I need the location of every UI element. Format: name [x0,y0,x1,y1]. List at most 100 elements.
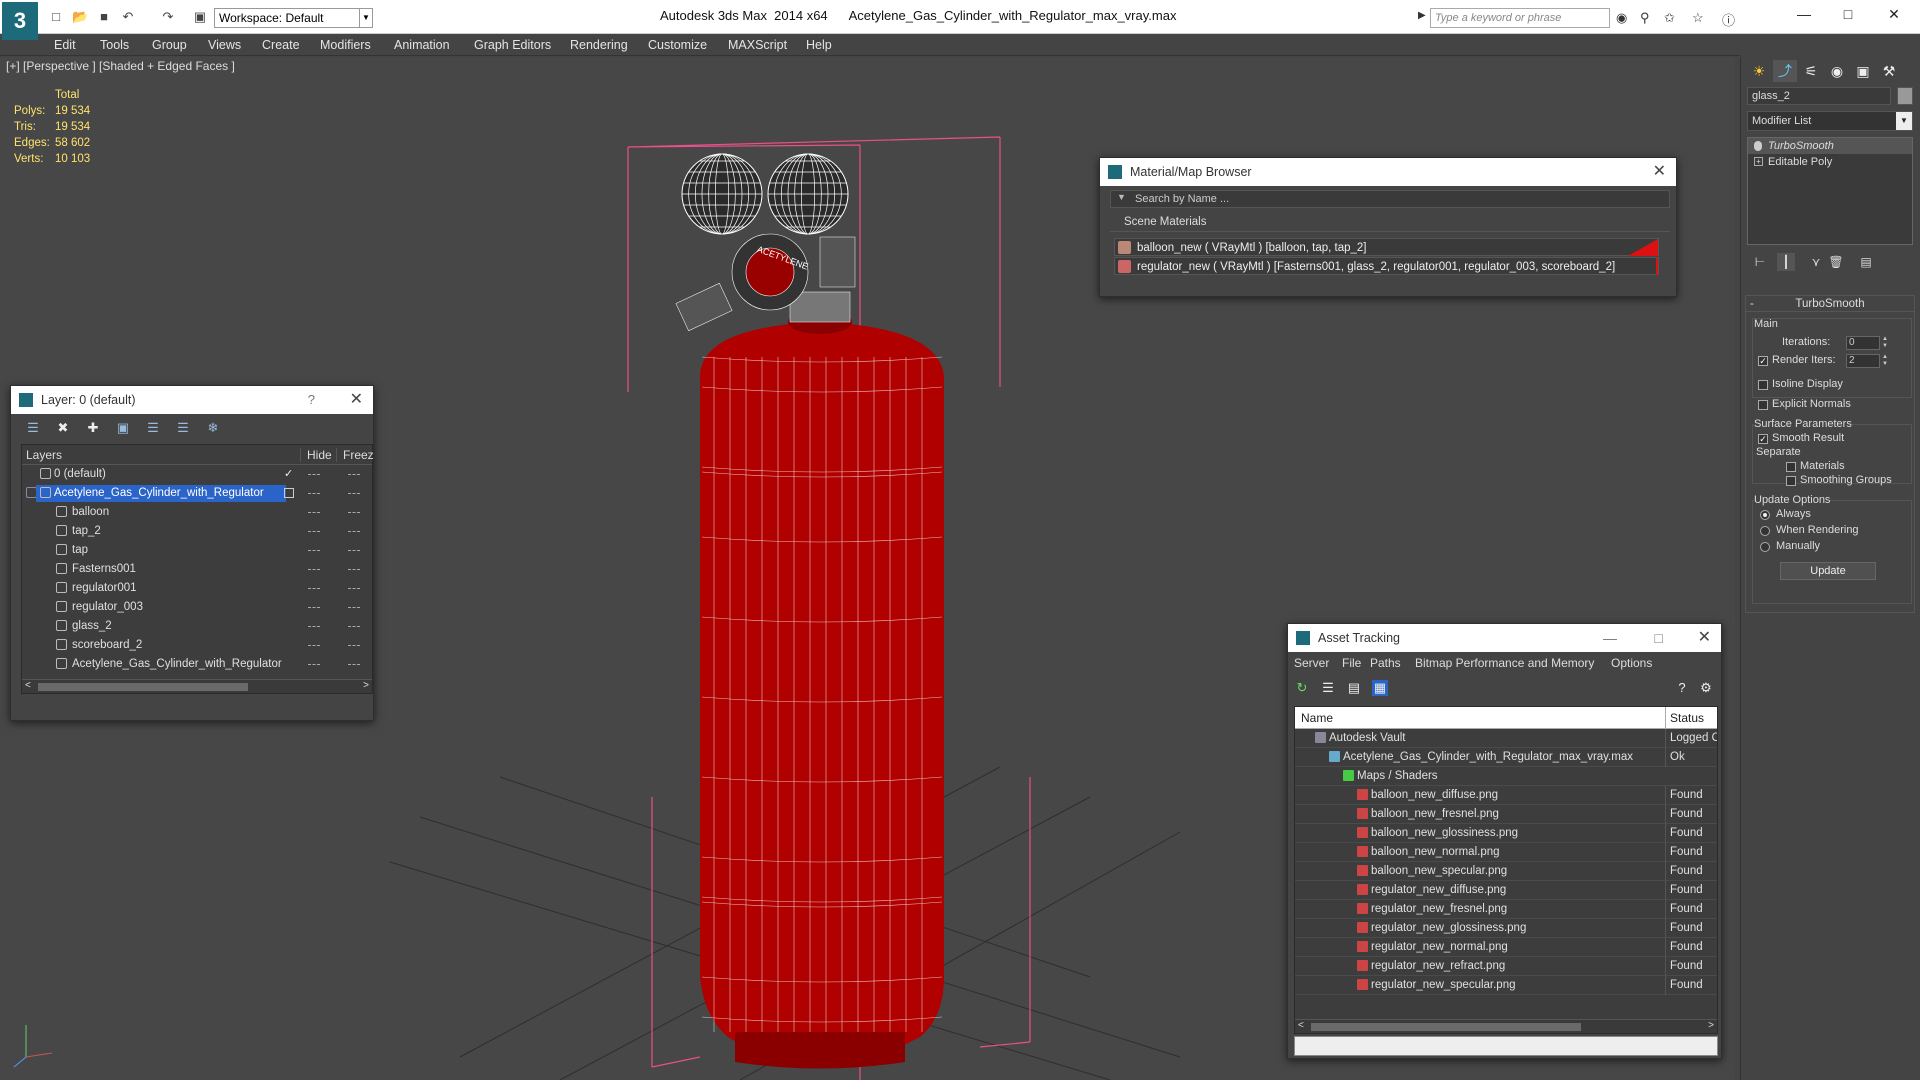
asset-tracking-title-bar[interactable]: Asset Tracking — □ ✕ [1288,624,1721,652]
material-row[interactable]: regulator_new ( VRayMtl ) [Fasterns001, … [1114,257,1659,275]
motion-tab-icon[interactable]: ◉ [1825,60,1849,82]
regulator-mesh[interactable]: ACETYLENE [675,233,856,334]
make-unique-icon[interactable]: ⋎ [1807,253,1825,271]
help-icon[interactable]: ? [1674,680,1690,696]
asset-row[interactable]: Acetylene_Gas_Cylinder_with_Regulator_ma… [1295,748,1717,767]
highlight-layer-icon[interactable]: ☰ [145,420,161,436]
freeze-toggle[interactable] [348,550,360,551]
iterations-spinner[interactable]: 0 [1846,336,1880,350]
asset-row[interactable]: balloon_new_normal.png Found [1295,843,1717,862]
menu-graph-editors[interactable]: Graph Editors [468,34,557,56]
set-current-layer-icon[interactable] [284,488,294,498]
hide-toggle[interactable] [308,607,320,608]
hide-toggle[interactable] [308,588,320,589]
minimize-icon[interactable]: — [1603,624,1617,652]
utilities-tab-icon[interactable]: ⚒ [1877,60,1901,82]
asset-horizontal-scrollbar[interactable]: < > [1295,1019,1717,1033]
hide-toggle[interactable] [308,569,320,570]
close-icon[interactable]: ✕ [1884,6,1904,26]
redo-icon[interactable]: ↷ [160,9,176,25]
hide-toggle[interactable] [308,550,320,551]
freeze-toggle[interactable] [348,626,360,627]
table-view-icon[interactable]: ▦ [1372,680,1388,696]
modify-tab-icon[interactable]: ⤴ [1773,60,1797,82]
turbosmooth-rollout-title[interactable]: TurboSmooth [1746,296,1914,312]
pin-stack-icon[interactable]: ⊢ [1751,253,1769,271]
refresh-icon[interactable]: ↻ [1294,680,1310,696]
menu-customize[interactable]: Customize [642,34,713,56]
scrollbar-thumb[interactable] [1311,1023,1581,1031]
workspace-dropdown-arrow-icon[interactable]: ▼ [359,8,373,28]
close-icon[interactable]: ✕ [350,386,363,414]
gas-cylinder-mesh[interactable] [700,322,944,1069]
app-menu-button[interactable]: 3 [2,2,38,40]
freeze-toggle[interactable] [348,512,360,513]
keyword-search-input[interactable]: Type a keyword or phrase [1430,8,1610,28]
asset-row[interactable]: regulator_new_specular.png Found [1295,976,1717,995]
settings-icon[interactable]: ⚙ [1698,680,1714,696]
current-layer-check-icon[interactable]: ✓ [284,465,293,484]
asset-menu-file[interactable]: File [1342,656,1361,670]
asset-menu-server[interactable]: Server [1294,656,1329,670]
layer-row[interactable]: Fasterns001 [22,560,372,579]
display-tab-icon[interactable]: ▣ [1851,60,1875,82]
menu-modifiers[interactable]: Modifiers [314,34,377,56]
asset-row[interactable]: regulator_new_fresnel.png Found [1295,900,1717,919]
freeze-toggle[interactable] [348,569,360,570]
maximize-icon[interactable]: □ [1838,6,1858,26]
scroll-right-icon[interactable]: > [1708,1020,1714,1031]
chevron-down-icon[interactable]: ▼ [1896,112,1912,130]
minimize-icon[interactable]: — [1794,6,1814,26]
col-layers[interactable]: Layers [26,448,62,462]
binoculars-icon[interactable]: ◉ [1616,10,1627,26]
update-always-radio[interactable] [1760,510,1770,520]
viewport-label[interactable]: [+] [Perspective ] [Shaded + Edged Faces… [6,59,235,73]
menu-maxscript[interactable]: MAXScript [722,34,793,56]
scroll-left-icon[interactable]: < [1298,1020,1304,1031]
explicit-normals-checkbox[interactable] [1758,400,1768,410]
workspace-dropdown[interactable]: Workspace: Default ▼ [214,8,373,28]
smooth-result-checkbox[interactable]: ✓ [1758,434,1768,444]
freeze-toggle[interactable] [348,531,360,532]
layer-row[interactable]: regulator_003 [22,598,372,617]
asset-row[interactable]: regulator_new_normal.png Found [1295,938,1717,957]
help-icon[interactable]: ? [308,386,315,414]
hierarchy-tab-icon[interactable]: ⚟ [1799,60,1823,82]
search-expand-icon[interactable]: ▶ [1418,10,1426,21]
close-icon[interactable]: ✕ [1698,624,1711,652]
layer-row[interactable]: regulator001 [22,579,372,598]
asset-menu-bitmap-performance[interactable]: Bitmap Performance and Memory [1415,656,1594,670]
freeze-toggle[interactable] [348,607,360,608]
hide-all-icon[interactable]: ☰ [175,420,191,436]
freeze-toggle[interactable] [348,588,360,589]
hide-toggle[interactable] [308,474,320,475]
material-search-input[interactable]: Search by Name ... [1110,190,1670,208]
smoothing-groups-checkbox[interactable] [1786,476,1796,486]
scene-materials-section[interactable]: Scene Materials [1110,216,1670,232]
undo-icon[interactable]: ↶ [120,9,136,25]
layer-row[interactable]: Acetylene_Gas_Cylinder_with_Regulator [22,484,372,503]
asset-row[interactable]: Autodesk Vault Logged O [1295,729,1717,748]
menu-views[interactable]: Views [202,34,247,56]
layer-row[interactable]: balloon [22,503,372,522]
tree-view-icon[interactable]: ▤ [1346,680,1362,696]
asset-menu-options[interactable]: Options [1611,656,1652,670]
layer-row[interactable]: glass_2 [22,617,372,636]
delete-layer-icon[interactable]: ✖ [55,420,71,436]
asset-row[interactable]: regulator_new_glossiness.png Found [1295,919,1717,938]
scroll-left-icon[interactable]: < [25,680,31,691]
freeze-toggle[interactable] [348,474,360,475]
layer-row[interactable]: tap [22,541,372,560]
asset-row[interactable]: regulator_new_refract.png Found [1295,957,1717,976]
update-button[interactable]: Update [1780,562,1876,580]
render-iters-checkbox[interactable]: ✓ [1758,356,1768,366]
col-hide[interactable]: Hide [300,448,332,462]
project-folder-icon[interactable]: ▣ [192,9,208,25]
create-layer-icon[interactable]: ☰ [25,420,41,436]
create-tab-icon[interactable]: ☀ [1747,60,1771,82]
col-status[interactable]: Status [1665,707,1704,729]
hide-toggle[interactable] [308,512,320,513]
material-browser-title-bar[interactable]: Material/Map Browser ✕ [1100,158,1676,186]
save-file-icon[interactable]: ■ [96,9,112,25]
layer-dialog-title-bar[interactable]: Layer: 0 (default)? ✕ [11,386,373,414]
